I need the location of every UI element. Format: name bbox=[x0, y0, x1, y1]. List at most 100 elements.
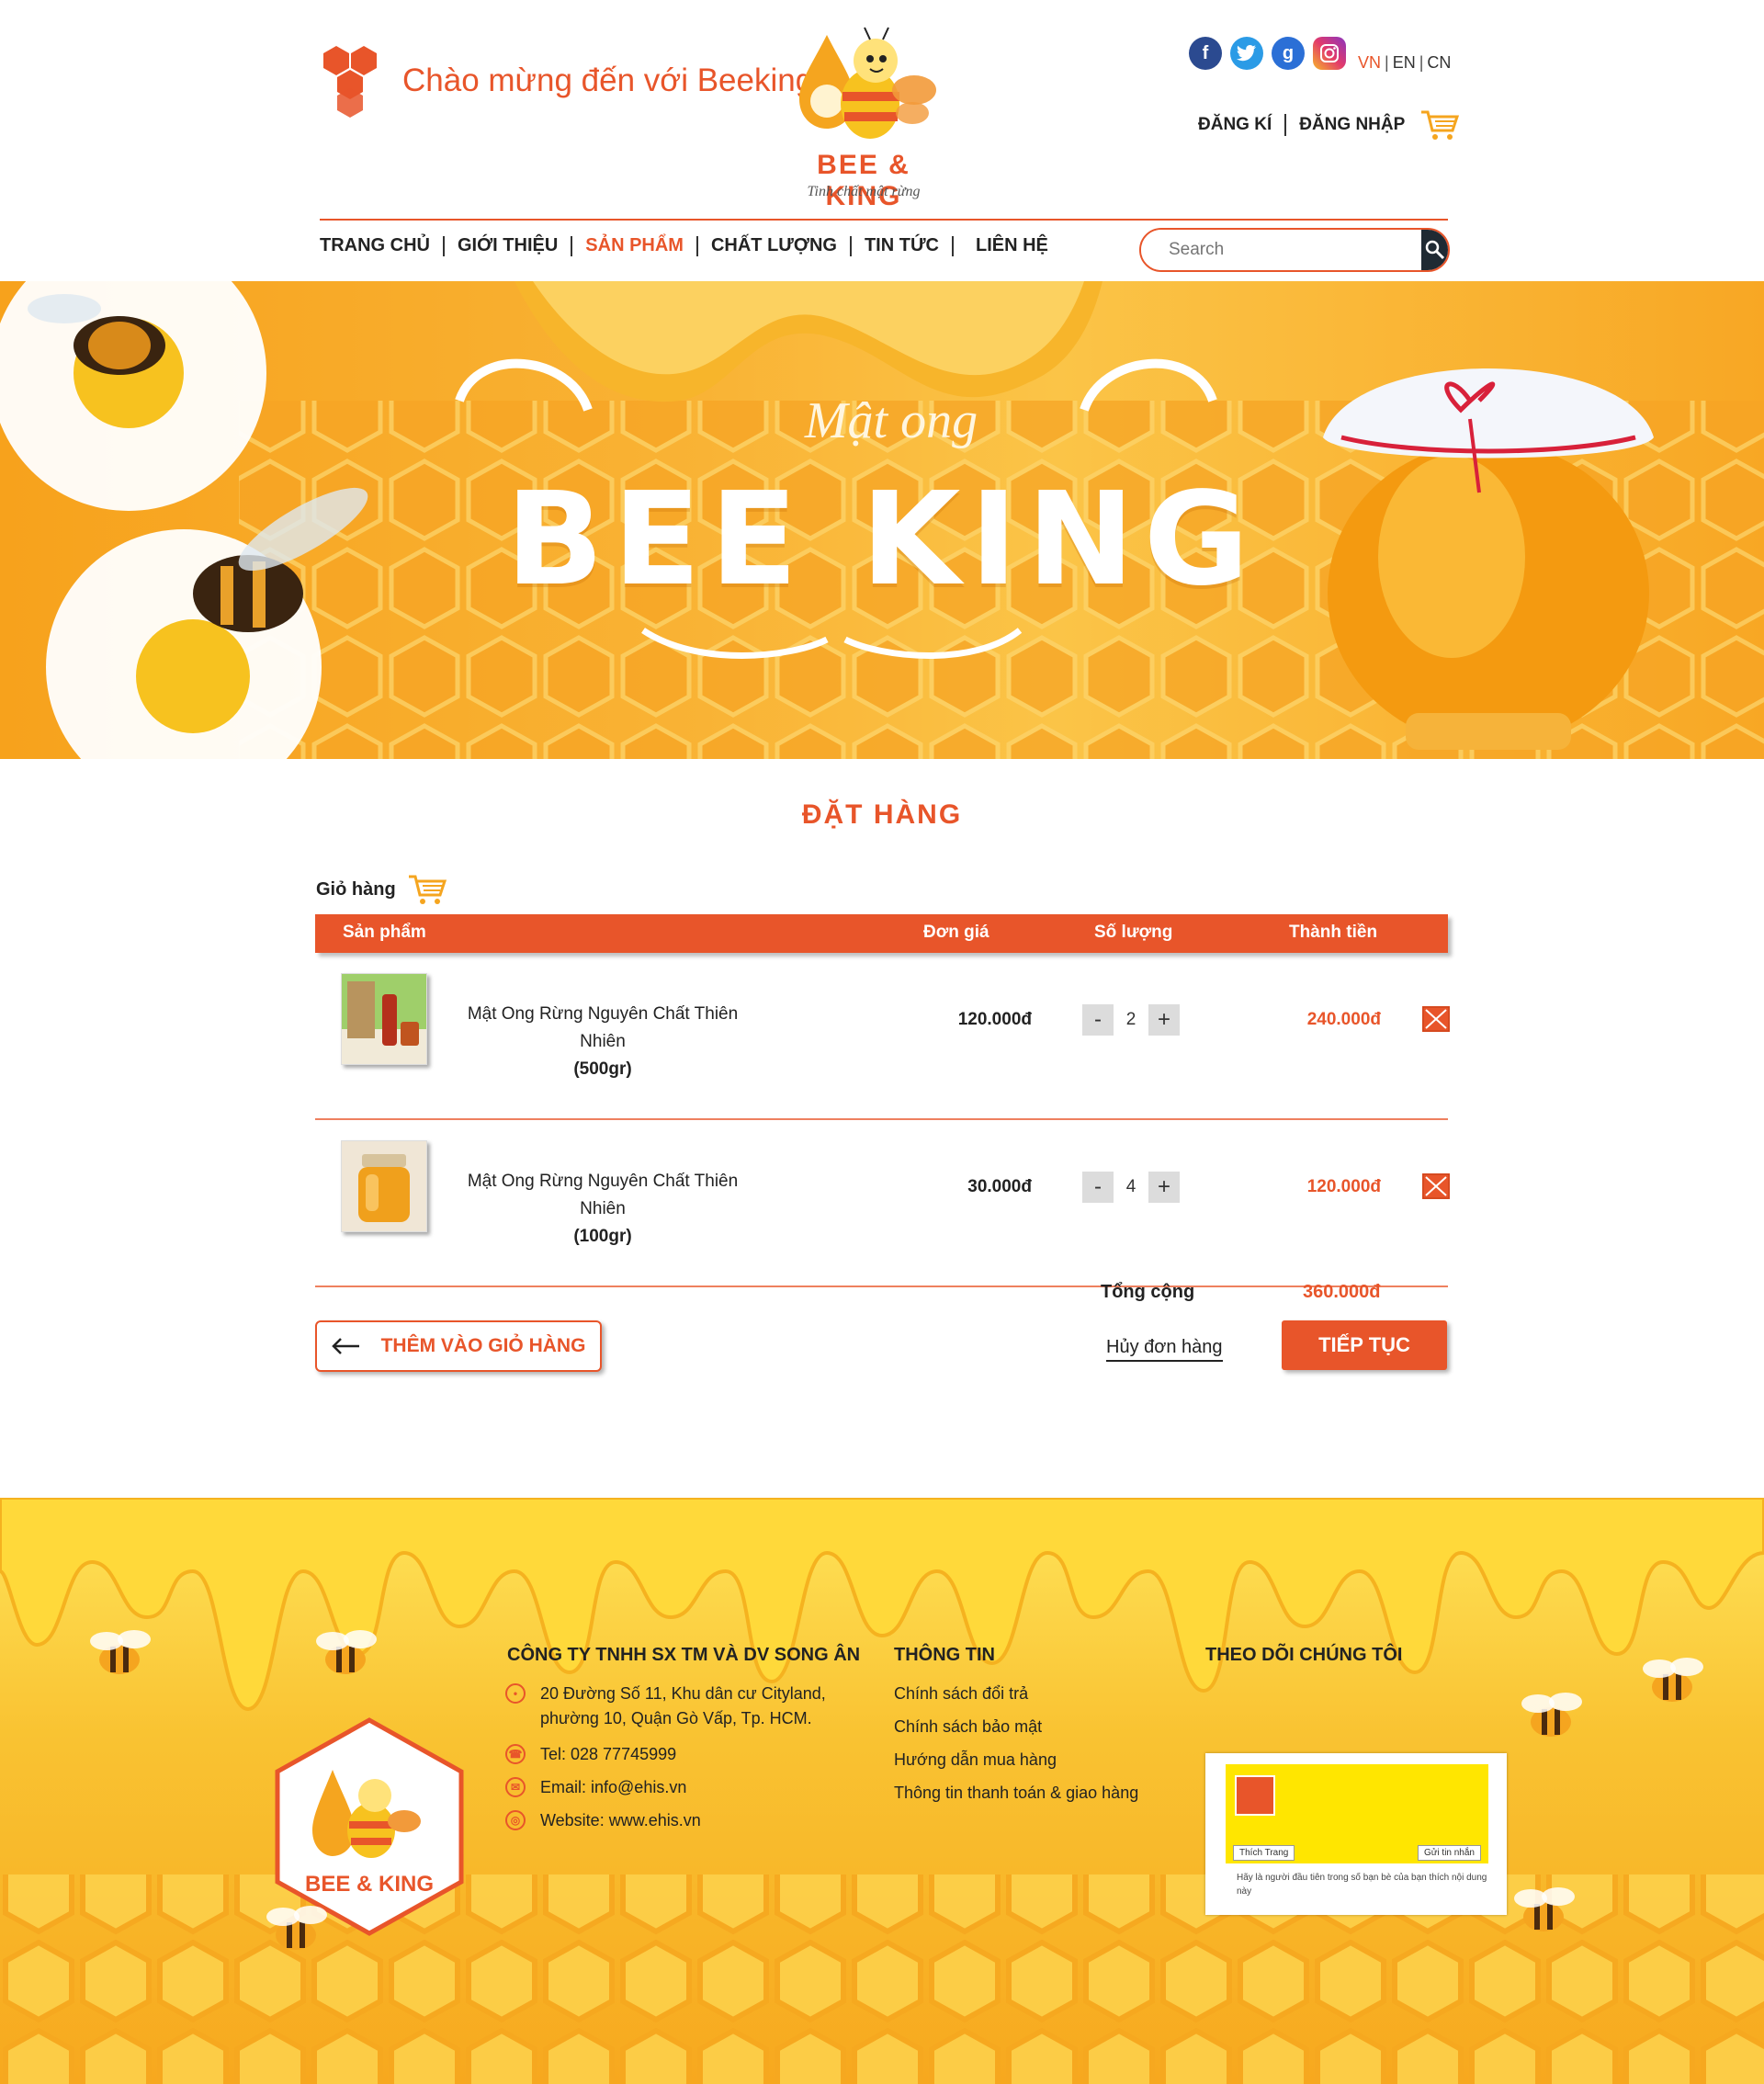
facebook-like-button[interactable]: Thích Trang bbox=[1233, 1845, 1295, 1861]
col-quantity: Số lượng bbox=[1094, 923, 1173, 942]
lang-en[interactable]: EN bbox=[1393, 53, 1416, 72]
brand-logo[interactable]: BEE & KING Tinh chất mật rừng bbox=[786, 26, 942, 211]
facebook-message-button[interactable]: Gửi tin nhắn bbox=[1417, 1845, 1481, 1861]
nav-news[interactable]: TIN TỨC bbox=[865, 235, 939, 256]
globe-icon: ◎ bbox=[505, 1810, 526, 1830]
quantity-value[interactable]: 2 bbox=[1114, 1004, 1148, 1036]
row-divider bbox=[315, 1286, 1448, 1287]
footer-address: • 20 Đường Số 11, Khu dân cư Cityland, p… bbox=[505, 1682, 854, 1731]
decrease-button[interactable]: - bbox=[1082, 1172, 1114, 1203]
quantity-stepper: - 4 + bbox=[1082, 1172, 1180, 1203]
nav-separator bbox=[571, 235, 573, 256]
cart-icon bbox=[408, 875, 447, 904]
facebook-note: Hãy là người đầu tiên trong số bạn bè củ… bbox=[1237, 1873, 1487, 1897]
decrease-button[interactable]: - bbox=[1082, 1004, 1114, 1036]
footer-email-text[interactable]: Email: info@ehis.vn bbox=[540, 1775, 686, 1800]
instagram-icon[interactable] bbox=[1313, 37, 1346, 70]
product-name[interactable]: Mật Ong Rừng Nguyên Chất Thiên Nhiên (10… bbox=[447, 1168, 759, 1251]
footer-info-title: THÔNG TIN bbox=[894, 1645, 995, 1665]
unit-price: 30.000đ bbox=[967, 1177, 1032, 1196]
footer-tel-text[interactable]: Tel: 028 77745999 bbox=[540, 1742, 676, 1767]
cart-heading: Giỏ hàng bbox=[316, 873, 447, 906]
register-link[interactable]: ĐĂNG KÍ bbox=[1198, 115, 1272, 135]
honeycomb-icon bbox=[323, 46, 377, 118]
col-unit-price: Đơn giá bbox=[923, 923, 989, 942]
login-link[interactable]: ĐĂNG NHẬP bbox=[1299, 115, 1405, 135]
location-pin-icon: • bbox=[505, 1683, 526, 1704]
auth-divider bbox=[1284, 114, 1287, 136]
table-row: Mật Ong Rừng Nguyên Chất Thiên Nhiên (50… bbox=[315, 953, 1450, 1120]
product-name[interactable]: Mật Ong Rừng Nguyên Chất Thiên Nhiên (50… bbox=[447, 1001, 759, 1083]
facebook-page-widget: Thích Trang Gửi tin nhắn Hãy là người đầ… bbox=[1205, 1753, 1507, 1915]
facebook-page-avatar bbox=[1235, 1775, 1275, 1816]
footer-company-name: CÔNG TY TNHH SX TM VÀ DV SONG ÂN bbox=[507, 1645, 861, 1665]
bee-icon bbox=[1521, 1693, 1582, 1737]
remove-item-button[interactable] bbox=[1422, 1173, 1450, 1199]
email-icon: ✉ bbox=[505, 1777, 526, 1797]
nav-products[interactable]: SẢN PHẨM bbox=[585, 235, 684, 256]
search-bar bbox=[1139, 228, 1450, 272]
bee-icon bbox=[90, 1630, 151, 1674]
search-icon bbox=[1425, 240, 1444, 260]
cancel-order-link[interactable]: Hủy đơn hàng bbox=[1106, 1337, 1223, 1362]
unit-price: 120.000đ bbox=[957, 1010, 1032, 1029]
footer-info-link[interactable]: Chính sách đổi trả bbox=[894, 1682, 1028, 1706]
close-icon bbox=[1422, 1006, 1450, 1032]
footer: BEE & KING CÔNG TY TNHH SX TM VÀ DV SONG… bbox=[0, 1498, 1764, 2084]
product-thumbnail[interactable] bbox=[341, 1140, 427, 1232]
footer-website: ◎ Website: www.ehis.vn bbox=[505, 1808, 701, 1833]
increase-button[interactable]: + bbox=[1148, 1172, 1180, 1203]
table-row: Mật Ong Rừng Nguyên Chất Thiên Nhiên (10… bbox=[315, 1120, 1450, 1287]
nav-divider bbox=[320, 219, 1448, 221]
banner-subtitle: Mật ong bbox=[804, 392, 978, 449]
nav-separator bbox=[849, 235, 852, 256]
footer-info-link[interactable]: Chính sách bảo mật bbox=[894, 1715, 1042, 1739]
footer-address-text: 20 Đường Số 11, Khu dân cư Cityland, phư… bbox=[540, 1684, 826, 1727]
nav-quality[interactable]: CHẤT LƯỢNG bbox=[711, 235, 837, 256]
brand-name: BEE & KING bbox=[817, 150, 910, 211]
line-total: 120.000đ bbox=[1306, 1177, 1381, 1196]
nav-about[interactable]: GIỚI THIỆU bbox=[458, 235, 558, 256]
add-to-cart-label: THÊM VÀO GIỎ HÀNG bbox=[380, 1335, 586, 1356]
nav-contact[interactable]: LIÊN HỆ bbox=[976, 235, 1048, 256]
footer-follow-title: THEO DÕI CHÚNG TÔI bbox=[1205, 1645, 1403, 1665]
footer-website-text[interactable]: Website: www.ehis.vn bbox=[540, 1808, 701, 1833]
product-name-text: Mật Ong Rừng Nguyên Chất Thiên Nhiên bbox=[467, 1172, 739, 1218]
twitter-icon[interactable] bbox=[1230, 37, 1263, 70]
continue-button[interactable]: TIẾP TỤC bbox=[1282, 1320, 1447, 1370]
lang-cn[interactable]: CN bbox=[1427, 53, 1451, 72]
cart-heading-text: Giỏ hàng bbox=[316, 878, 396, 900]
cart-icon[interactable] bbox=[1419, 108, 1460, 142]
cart-table-header: Sản phẩm Đơn giá Số lượng Thành tiền bbox=[315, 914, 1448, 953]
footer-info-link[interactable]: Thông tin thanh toán & giao hàng bbox=[894, 1781, 1138, 1806]
product-thumbnail[interactable] bbox=[341, 973, 427, 1065]
bee-icon bbox=[1643, 1658, 1703, 1702]
remove-item-button[interactable] bbox=[1422, 1006, 1450, 1032]
google-plus-icon[interactable]: g bbox=[1272, 37, 1305, 70]
language-switcher: VN | EN | CN bbox=[1358, 53, 1452, 72]
lang-vn[interactable]: VN bbox=[1358, 53, 1381, 72]
facebook-icon[interactable]: f bbox=[1189, 37, 1222, 70]
line-total: 240.000đ bbox=[1306, 1010, 1381, 1029]
search-button[interactable] bbox=[1421, 230, 1448, 270]
bee-icon bbox=[316, 1630, 377, 1674]
brand-tagline: Tinh chất mật rừng bbox=[807, 184, 921, 199]
quantity-value[interactable]: 4 bbox=[1114, 1172, 1148, 1203]
footer-tel: ☎ Tel: 028 77745999 bbox=[505, 1742, 676, 1767]
product-name-text: Mật Ong Rừng Nguyên Chất Thiên Nhiên bbox=[467, 1004, 739, 1051]
honey-jar-icon bbox=[1323, 368, 1654, 750]
increase-button[interactable]: + bbox=[1148, 1004, 1180, 1036]
search-input[interactable] bbox=[1141, 230, 1421, 270]
product-weight: (100gr) bbox=[573, 1227, 632, 1246]
add-to-cart-button[interactable]: THÊM VÀO GIỎ HÀNG bbox=[315, 1320, 602, 1372]
hero-banner: Mật ong BEE KING bbox=[0, 281, 1764, 759]
nav-separator bbox=[951, 235, 954, 256]
footer-info-link[interactable]: Hướng dẫn mua hàng bbox=[894, 1748, 1057, 1773]
total-label: Tổng cộng bbox=[1101, 1282, 1195, 1302]
svg-text:BEE & KING: BEE & KING bbox=[305, 1872, 434, 1897]
social-links: f g bbox=[1189, 37, 1346, 70]
welcome-banner: Chào mừng đến với Beeking bbox=[320, 44, 813, 118]
nav-home[interactable]: TRANG CHỦ bbox=[320, 235, 430, 256]
arrow-left-icon bbox=[331, 1338, 359, 1354]
close-icon bbox=[1422, 1173, 1450, 1199]
